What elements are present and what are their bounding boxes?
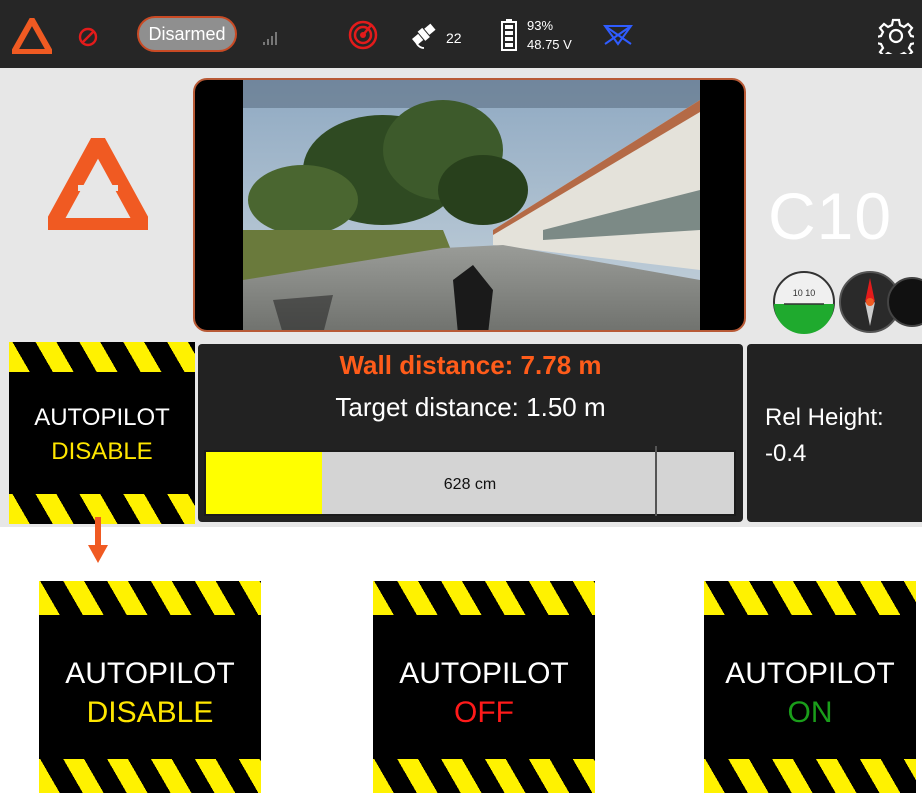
battery-voltage: 48.75 V xyxy=(527,37,572,52)
signal-strength-icon[interactable] xyxy=(262,28,282,46)
hazard-stripes-top xyxy=(39,581,261,615)
down-arrow-icon xyxy=(88,517,108,563)
autopilot-card-title: AUTOPILOT xyxy=(399,657,569,690)
gps-satellite-icon[interactable] xyxy=(410,22,440,50)
svg-text:10 10: 10 10 xyxy=(793,288,816,298)
wall-distance-label: Wall distance: 7.78 m xyxy=(339,350,602,380)
camera-video-feed[interactable] xyxy=(193,78,746,332)
hazard-stripes-bottom xyxy=(373,759,595,793)
top-toolbar: Disarmed 22 93% 48.75 V xyxy=(0,0,922,68)
autopilot-card-disable: AUTOPILOT DISABLE xyxy=(39,581,261,793)
autopilot-card-on: AUTOPILOT ON xyxy=(704,581,916,793)
distance-progress-bar: 628 cm xyxy=(204,446,736,516)
gps-satellite-count: 22 xyxy=(446,30,462,46)
hazard-stripes-bottom xyxy=(39,759,261,793)
camera-frame xyxy=(243,80,700,330)
no-entry-icon xyxy=(78,27,98,47)
battery-percent: 93% xyxy=(527,18,554,33)
battery-icon[interactable] xyxy=(501,19,517,51)
relative-height-label: Rel Height: xyxy=(765,404,884,431)
autopilot-indicator[interactable]: AUTOPILOT DISABLE xyxy=(9,342,195,524)
autopilot-card-title: AUTOPILOT xyxy=(65,657,235,690)
hazard-stripes-bottom xyxy=(704,759,916,793)
hazard-stripes-top xyxy=(704,581,916,615)
autopilot-card-state: ON xyxy=(787,696,833,729)
ground-control-screen: Disarmed 22 93% 48.75 V C10 10 10 AUTOPI… xyxy=(0,0,922,527)
rc-link-icon[interactable] xyxy=(348,20,378,50)
arm-status-button[interactable]: Disarmed xyxy=(137,16,237,52)
autopilot-card-state: OFF xyxy=(454,696,514,729)
app-logo-icon[interactable] xyxy=(12,18,52,54)
flight-mode-icon[interactable] xyxy=(603,24,633,46)
instrument-gauges: 10 10 xyxy=(773,271,922,334)
autopilot-card-off: AUTOPILOT OFF xyxy=(373,581,595,793)
brand-logo-icon xyxy=(48,138,148,230)
relative-height-panel: Rel Height: -0.4 xyxy=(747,344,922,522)
gear-icon[interactable] xyxy=(878,18,914,54)
vehicle-callsign: C10 xyxy=(768,179,893,253)
attitude-indicator-icon[interactable]: 10 10 xyxy=(773,271,835,334)
figure: Disarmed 22 93% 48.75 V C10 10 10 AUTOPI… xyxy=(0,0,922,793)
autopilot-card-state: DISABLE xyxy=(86,696,214,729)
distance-panel: Wall distance: 7.78 m Target distance: 1… xyxy=(198,344,743,522)
hazard-stripes-top xyxy=(373,581,595,615)
hazard-stripes-top xyxy=(9,342,195,372)
autopilot-state: DISABLE xyxy=(51,438,153,465)
relative-height-value: -0.4 xyxy=(765,440,807,467)
autopilot-card-title: AUTOPILOT xyxy=(725,657,895,690)
autopilot-title: AUTOPILOT xyxy=(34,404,170,431)
distance-bar-label: 628 cm xyxy=(443,476,497,493)
target-distance-label: Target distance: 1.50 m xyxy=(335,392,606,422)
